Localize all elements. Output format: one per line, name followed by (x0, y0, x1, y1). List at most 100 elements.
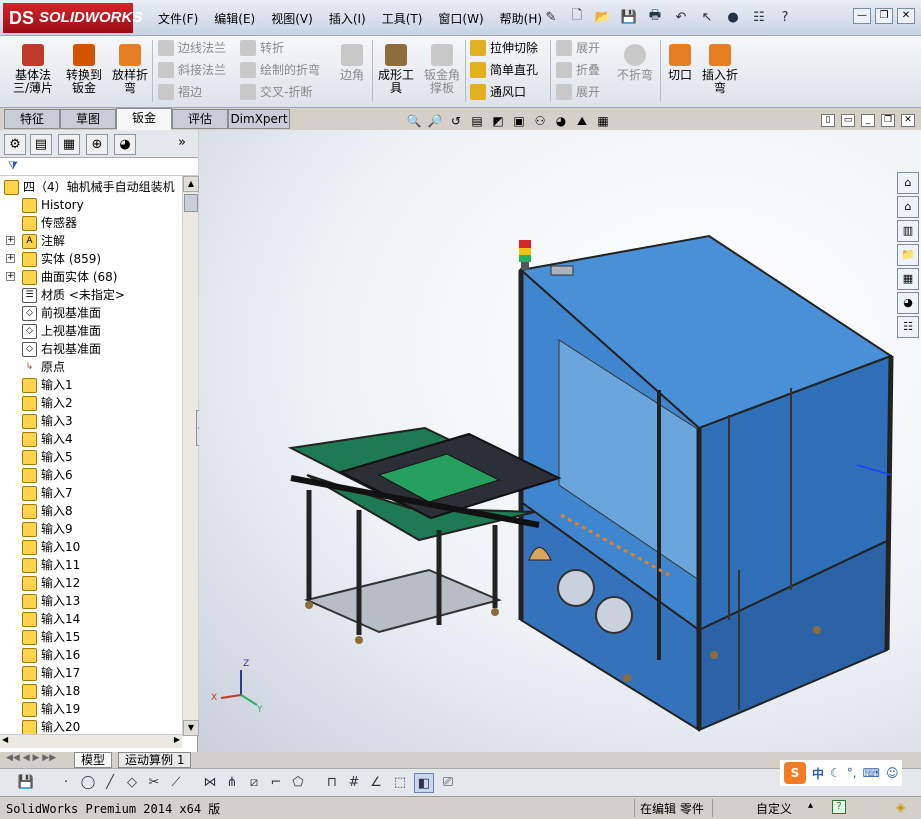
circle-icon[interactable]: ◯ (78, 773, 98, 793)
mirror-icon[interactable]: ⋈ (200, 773, 220, 793)
tree-item[interactable]: ◇ 上视基准面 (22, 322, 101, 340)
units-selector[interactable]: 自定义 (756, 800, 792, 817)
dimension-icon[interactable]: ⊓ (322, 773, 342, 793)
expand-tabs-icon[interactable]: » (178, 135, 186, 150)
box-icon[interactable]: ⬚ (390, 773, 410, 793)
filter-icon[interactable]: ⧩ (8, 159, 18, 173)
tree-item[interactable]: A 注解 (22, 232, 65, 250)
split-view-icon[interactable]: ▯ (821, 114, 835, 127)
tree-item[interactable]: 输入10 (22, 538, 80, 556)
appearances-icon[interactable]: ◕ (897, 292, 919, 314)
tree-item[interactable]: 输入19 (22, 700, 80, 718)
menu-edit[interactable]: 编辑(E) (206, 9, 263, 29)
corner-button[interactable]: 边角 (332, 42, 372, 82)
ime-moon-icon[interactable]: ☾ (830, 766, 841, 780)
tree-item[interactable]: ◇ 右视基准面 (22, 340, 101, 358)
sogou-logo[interactable]: S (784, 762, 806, 784)
tile-view-icon[interactable]: ▭ (841, 114, 855, 127)
view-cube-icon[interactable]: ◧ (414, 773, 434, 793)
ime-punctuation-icon[interactable]: °, (847, 766, 857, 780)
viewport-restore-icon[interactable]: ❐ (881, 114, 895, 127)
expand-toggle-icon[interactable]: + (6, 236, 15, 245)
tree-item[interactable]: 输入4 (22, 430, 73, 448)
property-manager-tab-icon[interactable]: ▤ (30, 134, 52, 155)
jog-button[interactable]: 转折 (240, 38, 284, 58)
viewport-minimize-icon[interactable]: _ (861, 114, 875, 127)
tree-item[interactable]: 输入11 (22, 556, 80, 574)
offset-icon[interactable]: ⋔ (222, 773, 242, 793)
close-icon[interactable]: ✕ (897, 8, 915, 24)
rectangle-icon[interactable]: ⌐ (266, 773, 286, 793)
home-icon[interactable]: ⌂ (897, 196, 919, 218)
scroll-right-icon[interactable]: ▶ (174, 735, 180, 744)
rebuild-traffic-light-icon[interactable]: ● (722, 6, 744, 28)
view-settings-icon[interactable]: ▦ (594, 112, 612, 130)
save-icon[interactable]: 💾 (16, 773, 36, 793)
grid-icon[interactable]: # (344, 773, 364, 793)
tree-item[interactable]: 输入5 (22, 448, 73, 466)
tab-features[interactable]: 特征 (4, 109, 60, 129)
simple-hole-button[interactable]: 简单直孔 (470, 60, 538, 80)
design-library-icon[interactable]: ▥ (897, 220, 919, 242)
tree-item[interactable]: 输入17 (22, 664, 80, 682)
viewport-close-icon[interactable]: ✕ (901, 114, 915, 127)
extruded-cut-button[interactable]: 拉伸切除 (470, 38, 538, 58)
forming-tool-button[interactable]: 成形工 具 (374, 42, 418, 95)
convert-entities-icon[interactable]: ⧄ (244, 773, 264, 793)
tree-item[interactable]: 输入1 (22, 376, 73, 394)
line-icon[interactable]: ╱ (100, 773, 120, 793)
tree-item[interactable]: 输入9 (22, 520, 73, 538)
centerline-icon[interactable]: ⟋ (166, 773, 186, 793)
convert-to-sheet-metal-button[interactable]: 转换到 钣金 (60, 42, 108, 95)
rebuild-tag-icon[interactable]: ◈ (896, 800, 905, 814)
rip-button[interactable]: 切口 (662, 42, 698, 82)
menu-window[interactable]: 窗口(W) (430, 9, 491, 29)
units-dropdown-icon[interactable]: ▴ (808, 800, 813, 811)
vent-button[interactable]: 通风口 (470, 82, 526, 102)
sketched-bend-button[interactable]: 绘制的折弯 (240, 60, 320, 80)
tree-item[interactable]: 实体 (859) (22, 250, 101, 268)
zoom-to-area-icon[interactable]: 🔎 (426, 112, 444, 130)
hem-button[interactable]: 褶边 (158, 82, 202, 102)
file-properties-icon[interactable]: ☷ (748, 6, 770, 28)
display-style-icon[interactable]: ▣ (510, 112, 528, 130)
angle-icon[interactable]: ∠ (366, 773, 386, 793)
hide-show-items-icon[interactable]: ⚇ (531, 112, 549, 130)
tab-sheet-metal[interactable]: 钣金 (116, 108, 172, 130)
scroll-up-icon[interactable]: ▲ (183, 176, 199, 192)
point-icon[interactable]: · (56, 773, 76, 793)
tree-item[interactable]: ◇ 前视基准面 (22, 304, 101, 322)
no-bends-button[interactable]: 不折弯 (612, 42, 658, 82)
tree-item[interactable]: 传感器 (22, 214, 77, 232)
tree-item[interactable]: 输入13 (22, 592, 80, 610)
edit-appearance-icon[interactable]: ◕ (552, 112, 570, 130)
polygon-icon[interactable]: ⬠ (288, 773, 308, 793)
tree-vertical-scrollbar[interactable]: ▲ ▼ (182, 176, 199, 736)
scroll-thumb[interactable] (184, 194, 198, 212)
tab-evaluate[interactable]: 评估 (172, 109, 228, 129)
previous-view-icon[interactable]: ↺ (447, 112, 465, 130)
file-explorer-icon[interactable]: 📁 (897, 244, 919, 266)
tree-horizontal-scrollbar[interactable]: ◀ ▶ (0, 734, 182, 748)
section-view-icon[interactable]: ▤ (468, 112, 486, 130)
base-flange-button[interactable]: 基体法 三/薄片 (8, 42, 58, 95)
unfold-button[interactable]: 展开 (556, 38, 600, 58)
menu-tools[interactable]: 工具(T) (374, 9, 431, 29)
print-icon[interactable]: 🖶 (644, 6, 666, 28)
tree-item[interactable]: 输入14 (22, 610, 80, 628)
configuration-manager-tab-icon[interactable]: ▦ (58, 134, 80, 155)
feature-manager-tab-icon[interactable]: ⚙ (4, 134, 26, 155)
lofted-bend-button[interactable]: 放样折 弯 (106, 42, 154, 95)
tree-item[interactable]: ☰ 材质 <未指定> (22, 286, 125, 304)
tree-item[interactable]: 输入2 (22, 394, 73, 412)
edge-flange-button[interactable]: 边线法兰 (158, 38, 226, 58)
tree-root-part[interactable]: 四（4）轴机械手自动组装机 (4, 178, 175, 196)
expand-toggle-icon[interactable]: + (6, 272, 15, 281)
help-icon[interactable]: ? (774, 6, 796, 28)
tab-nav-arrows-icon[interactable]: ◀◀ ◀ ▶ ▶▶ (6, 753, 56, 763)
tree-item[interactable]: History (22, 196, 84, 214)
tree-item[interactable]: 曲面实体 (68) (22, 268, 117, 286)
custom-properties-icon[interactable]: ☷ (897, 316, 919, 338)
restore-icon[interactable]: ❐ (875, 8, 893, 24)
tree-item[interactable]: 输入16 (22, 646, 80, 664)
